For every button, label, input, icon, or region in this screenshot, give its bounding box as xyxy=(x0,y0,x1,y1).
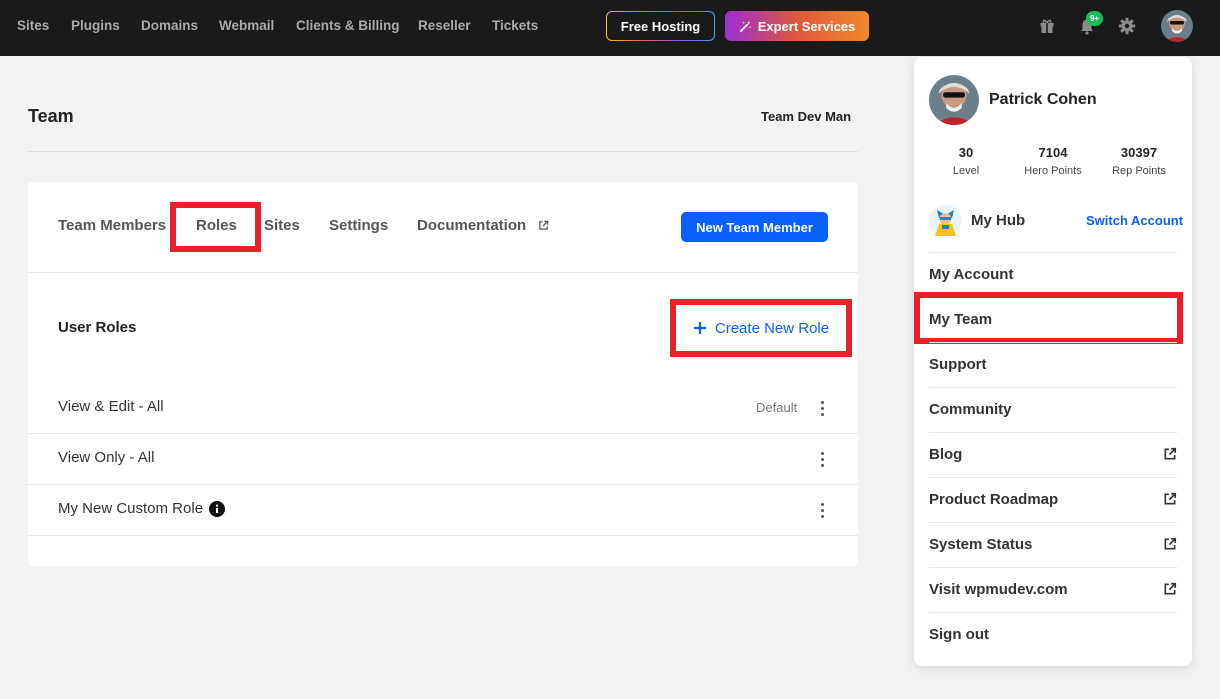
new-team-member-label: New Team Member xyxy=(696,219,813,235)
stat-hero-points: 7104 Hero Points xyxy=(1013,145,1093,177)
role-name-label: View Only - All xyxy=(58,449,155,466)
menu-item-label: System Status xyxy=(929,536,1033,553)
menu-item-support[interactable]: Support xyxy=(929,342,1177,387)
tab-documentation-label: Documentation xyxy=(417,217,527,234)
divider xyxy=(28,272,858,273)
role-row[interactable]: My New Custom Role xyxy=(28,485,858,536)
menu-item-label: Sign out xyxy=(929,626,989,643)
expert-services-label: Expert Services xyxy=(757,18,856,34)
nav-domains[interactable]: Domains xyxy=(141,18,198,33)
stat-value: 30397 xyxy=(1120,145,1158,160)
menu-item-my-account[interactable]: My Account xyxy=(929,252,1177,297)
expert-services-button[interactable]: Expert Services xyxy=(725,11,869,41)
menu-item-community[interactable]: Community xyxy=(929,387,1177,432)
menu-item-system-status[interactable]: System Status xyxy=(929,522,1177,567)
tab-team-members[interactable]: Team Members xyxy=(58,217,166,234)
stat-label: Hero Points xyxy=(1024,165,1082,177)
nav-tickets[interactable]: Tickets xyxy=(492,18,538,33)
highlight-box xyxy=(170,202,261,252)
more-options-icon[interactable] xyxy=(814,499,830,521)
external-link-icon xyxy=(1164,492,1177,505)
external-link-icon xyxy=(539,220,549,230)
gear-icon[interactable] xyxy=(1117,16,1137,36)
info-icon[interactable] xyxy=(209,500,226,517)
magic-wand-icon xyxy=(739,20,751,32)
external-link-icon xyxy=(1164,582,1177,595)
team-name: Team Dev Man xyxy=(761,109,852,124)
stat-value: 7104 xyxy=(1038,145,1068,160)
divider xyxy=(28,151,858,152)
menu-item-label: Community xyxy=(929,401,1012,418)
section-title: User Roles xyxy=(58,319,137,336)
user-avatar-button[interactable] xyxy=(1161,10,1193,42)
profile-name: Patrick Cohen xyxy=(989,91,1097,108)
avatar xyxy=(929,75,979,125)
more-options-icon[interactable] xyxy=(814,397,830,419)
menu-item-visit-wpmudev[interactable]: Visit wpmudev.com xyxy=(929,567,1177,612)
my-hub-label: My Hub xyxy=(971,212,1026,229)
stat-rep-points: 30397 Rep Points xyxy=(1099,145,1179,177)
role-name: View & Edit - All xyxy=(58,398,164,415)
highlight-box xyxy=(670,299,852,357)
free-hosting-button[interactable]: Free Hosting xyxy=(606,11,715,41)
tab-sites[interactable]: Sites xyxy=(264,217,300,234)
gift-icon[interactable] xyxy=(1037,16,1057,36)
nav-reseller[interactable]: Reseller xyxy=(418,18,471,33)
switch-account-link[interactable]: Switch Account xyxy=(1086,213,1183,228)
menu-item-label: Support xyxy=(929,356,987,373)
highlight-box xyxy=(914,292,1183,344)
stat-label: Level xyxy=(952,165,980,177)
default-badge: Default xyxy=(756,400,798,415)
new-team-member-button[interactable]: New Team Member xyxy=(681,212,828,242)
role-name-label: My New Custom Role xyxy=(58,500,204,517)
role-name: My New Custom Role xyxy=(58,500,226,517)
role-name: View Only - All xyxy=(58,449,154,466)
menu-item-label: Blog xyxy=(929,446,963,463)
role-name-label: View & Edit - All xyxy=(58,398,164,415)
nav-plugins[interactable]: Plugins xyxy=(71,18,120,33)
nav-clients-billing[interactable]: Clients & Billing xyxy=(296,18,400,33)
notification-badge: 9+ xyxy=(1086,11,1103,26)
menu-item-label: Visit wpmudev.com xyxy=(929,581,1068,598)
external-link-icon xyxy=(1164,447,1177,460)
role-row[interactable]: View Only - All xyxy=(28,434,858,485)
nav-sites[interactable]: Sites xyxy=(17,18,49,33)
stat-level: 30 Level xyxy=(926,145,1006,177)
stat-value: 30 xyxy=(958,145,974,160)
menu-item-sign-out[interactable]: Sign out xyxy=(929,612,1177,657)
tab-settings[interactable]: Settings xyxy=(329,217,388,234)
page-title: Team xyxy=(28,106,74,126)
hub-mascot-icon xyxy=(929,204,962,237)
stat-label: Rep Points xyxy=(1112,165,1166,177)
role-row[interactable]: View & Edit - All Default xyxy=(28,383,858,434)
free-hosting-label: Free Hosting xyxy=(620,18,701,34)
menu-item-product-roadmap[interactable]: Product Roadmap xyxy=(929,477,1177,522)
external-link-icon xyxy=(1164,537,1177,550)
more-options-icon[interactable] xyxy=(814,448,830,470)
menu-item-blog[interactable]: Blog xyxy=(929,432,1177,477)
nav-webmail[interactable]: Webmail xyxy=(219,18,274,33)
menu-item-label: Product Roadmap xyxy=(929,491,1059,508)
tab-documentation[interactable]: Documentation xyxy=(417,217,549,234)
menu-item-label: My Account xyxy=(929,266,1014,283)
